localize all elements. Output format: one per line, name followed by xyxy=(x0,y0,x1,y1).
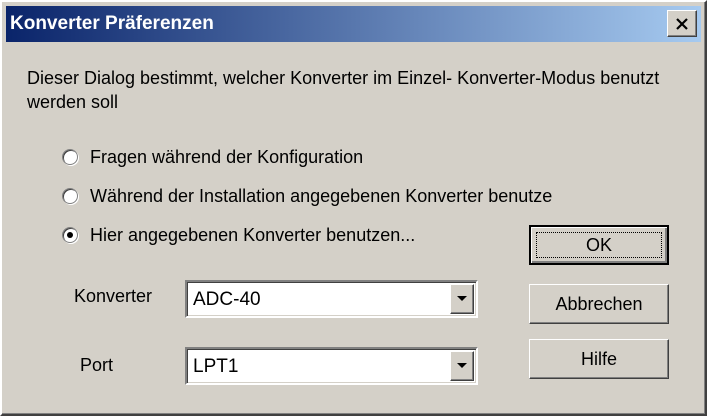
port-dropdown-button[interactable] xyxy=(450,351,474,381)
close-button[interactable] xyxy=(667,10,697,37)
chevron-down-icon xyxy=(457,363,467,368)
cancel-button[interactable]: Abbrechen xyxy=(529,284,669,324)
port-value: LPT1 xyxy=(193,356,239,377)
radio-label: Fragen während der Konfiguration xyxy=(90,146,364,167)
port-label: Port xyxy=(80,355,114,375)
title-bar: Konverter Präferenzen xyxy=(6,6,701,42)
chevron-down-icon xyxy=(457,296,467,301)
konverter-value: ADC-40 xyxy=(193,289,261,310)
konverter-dropdown-button[interactable] xyxy=(450,284,474,314)
focus-rectangle xyxy=(536,232,662,258)
radio-label: Während der Installation angegebenen Kon… xyxy=(90,185,553,206)
konverter-preferences-dialog: Konverter Präferenzen Dieser Dialog best… xyxy=(0,0,707,416)
radio-label: Hier angegebenen Konverter benutzen... xyxy=(90,224,416,245)
radio-button-selected-icon xyxy=(62,227,78,243)
close-icon xyxy=(676,17,688,30)
port-select[interactable]: LPT1 xyxy=(185,347,478,385)
cancel-button-label: Abbrechen xyxy=(555,293,643,314)
radio-button-icon xyxy=(62,149,78,165)
window-title: Konverter Präferenzen xyxy=(10,13,214,34)
konverter-select[interactable]: ADC-40 xyxy=(185,280,478,318)
radio-ask-during-config[interactable]: Fragen während der Konfiguration xyxy=(62,144,363,170)
konverter-label: Konverter xyxy=(74,286,153,306)
radio-button-icon xyxy=(62,188,78,204)
radio-use-installed-converter[interactable]: Während der Installation angegebenen Kon… xyxy=(62,183,552,209)
help-button[interactable]: Hilfe xyxy=(529,339,669,379)
radio-use-specified-converter[interactable]: Hier angegebenen Konverter benutzen... xyxy=(62,222,415,248)
help-button-label: Hilfe xyxy=(580,348,617,369)
dialog-description: Dieser Dialog bestimmt, welcher Konverte… xyxy=(27,68,660,112)
ok-button[interactable]: OK xyxy=(529,225,669,265)
